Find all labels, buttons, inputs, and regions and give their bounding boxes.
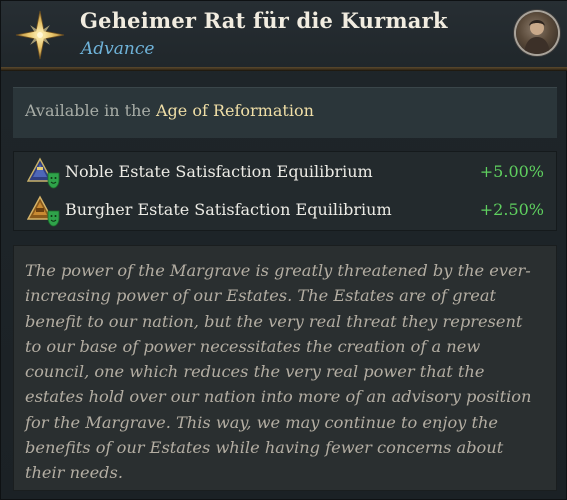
ruler-portrait-icon[interactable] xyxy=(516,12,558,54)
flavor-line: benefit to our nation, but the very real… xyxy=(25,311,523,331)
flavor-line: council, one which reduces the very real… xyxy=(25,362,485,382)
modifier-label: Burgher Estate Satisfaction Equilibrium xyxy=(65,200,392,219)
portrait-figure xyxy=(524,20,550,54)
flavor-text: The power of the Margrave is greatly thr… xyxy=(25,258,547,486)
flavor-line: benefits of our Estates while having few… xyxy=(25,438,504,458)
modifier-value: +5.00% xyxy=(479,162,544,181)
header-divider xyxy=(1,67,567,71)
modifier-label: Noble Estate Satisfaction Equilibrium xyxy=(65,162,373,181)
flavor-line: to our base of power necessitates the cr… xyxy=(25,336,481,356)
advance-tooltip: Geheimer Rat für die Kurmark Advance Ava… xyxy=(0,0,567,500)
flavor-text-box: The power of the Margrave is greatly thr… xyxy=(13,245,557,491)
flavor-line: The power of the Margrave is greatly thr… xyxy=(25,261,531,280)
advance-title: Geheimer Rat für die Kurmark xyxy=(80,8,448,33)
gold-compass-star-icon xyxy=(15,10,65,60)
flavor-line: for the Margrave. This way, we may conti… xyxy=(25,412,498,432)
flavor-line: estates hold over our nation into more o… xyxy=(25,387,532,407)
age-name: Age of Reformation xyxy=(155,101,314,120)
modifier-list: Noble Estate Satisfaction Equilibrium +5… xyxy=(13,151,557,231)
noble-estate-icon xyxy=(27,157,60,189)
availability-prefix: Available in the xyxy=(25,101,156,120)
modifier-row: Burgher Estate Satisfaction Equilibrium … xyxy=(14,192,556,230)
availability-text: Available in the Age of Reformation xyxy=(25,101,314,120)
availability-box: Available in the Age of Reformation xyxy=(13,87,557,138)
modifier-row: Noble Estate Satisfaction Equilibrium +5… xyxy=(14,154,556,192)
burgher-estate-icon xyxy=(27,195,60,227)
tooltip-header: Geheimer Rat für die Kurmark Advance xyxy=(1,1,567,67)
flavor-line: increasing power of our Estates. The Est… xyxy=(25,286,496,306)
modifier-value: +2.50% xyxy=(479,200,544,219)
flavor-line: their needs. xyxy=(25,463,123,483)
advance-type-label: Advance xyxy=(81,39,155,59)
